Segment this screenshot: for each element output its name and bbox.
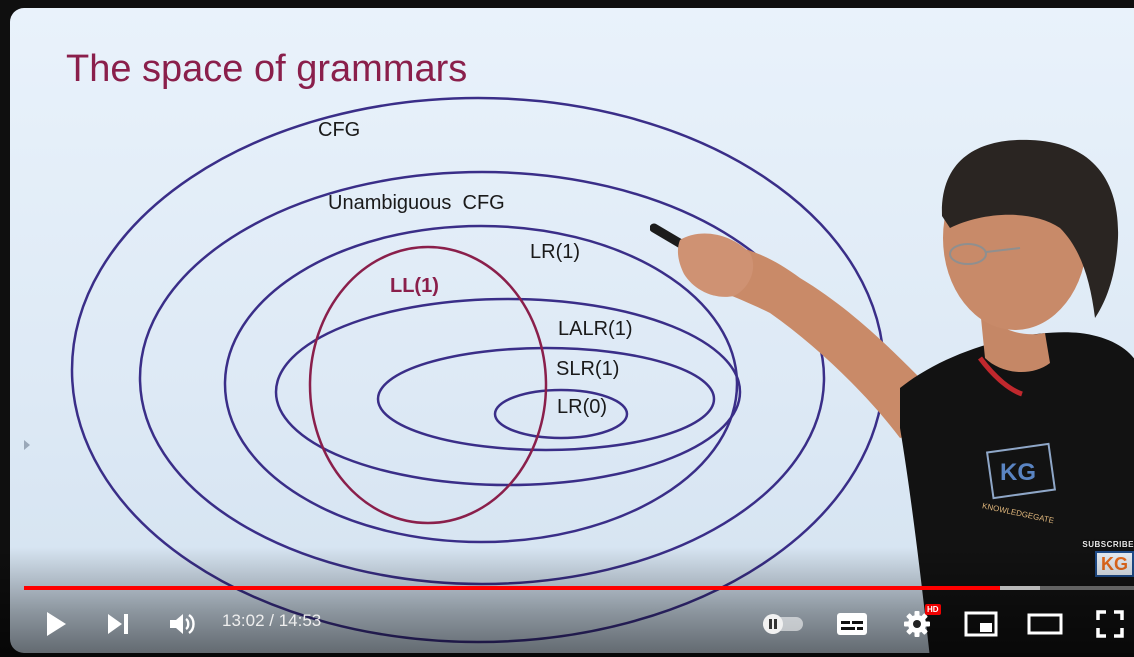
current-time: 13:02	[222, 611, 265, 630]
theater-mode-button[interactable]	[1025, 604, 1065, 644]
fullscreen-button[interactable]	[1090, 604, 1130, 644]
time-separator: /	[264, 611, 279, 630]
next-icon	[108, 614, 128, 634]
theater-mode-icon	[1027, 613, 1063, 635]
play-button[interactable]	[36, 604, 76, 644]
hd-badge: HD	[925, 604, 941, 615]
progress-bar[interactable]	[24, 586, 1134, 590]
subtitles-button[interactable]	[832, 604, 872, 644]
ll1-label: LL(1)	[390, 275, 439, 297]
player-controls: 13:02 / 14:53	[0, 598, 1134, 648]
fullscreen-icon	[1096, 610, 1124, 638]
autoplay-toggle-icon	[763, 614, 803, 634]
presenter-hand	[677, 233, 754, 297]
shirt-logo-letters: KG	[1000, 459, 1036, 486]
next-button[interactable]	[98, 604, 138, 644]
progress-played	[24, 586, 1000, 590]
lr1-label: LR(1)	[530, 241, 581, 263]
side-panel-arrow-icon	[24, 440, 30, 450]
total-time: 14:53	[278, 611, 322, 630]
play-icon	[47, 612, 66, 636]
cfg-label: CFG	[318, 119, 361, 141]
lr0-label: LR(0)	[557, 396, 608, 418]
miniplayer-button[interactable]	[961, 604, 1001, 644]
miniplayer-icon	[964, 611, 998, 637]
subtitles-icon	[837, 613, 867, 635]
unambiguous-cfg-label: Unambiguous CFG	[328, 192, 505, 214]
volume-button[interactable]	[162, 604, 202, 644]
slr1-label: SLR(1)	[556, 358, 620, 380]
lalr1-label: LALR(1)	[558, 318, 633, 340]
time-display: 13:02 / 14:53	[222, 611, 321, 631]
autoplay-toggle[interactable]	[760, 604, 806, 644]
video-player[interactable]: The space of grammars CFG Unambiguous CF…	[0, 0, 1134, 657]
volume-icon	[170, 614, 195, 634]
